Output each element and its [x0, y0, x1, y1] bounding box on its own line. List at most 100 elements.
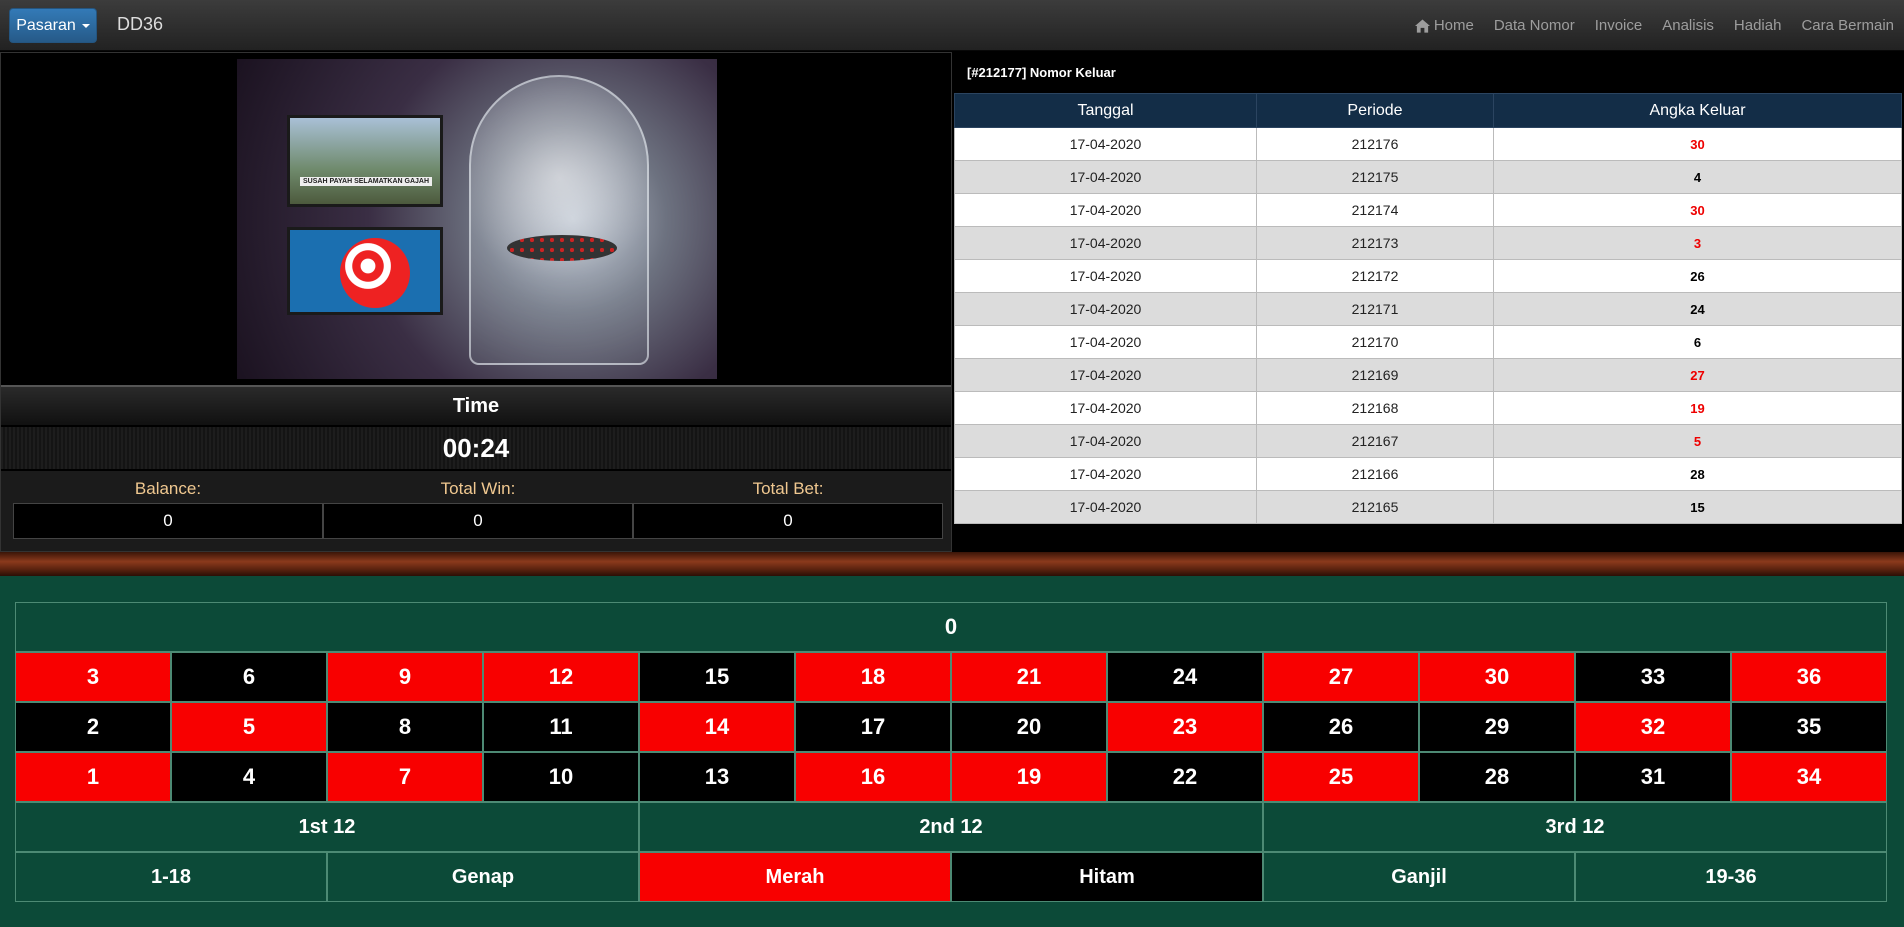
bet-cell-21[interactable]: 21: [951, 652, 1107, 702]
balance-label: Balance:: [134, 479, 202, 498]
table-row: 17-04-2020 212170 6: [954, 325, 1902, 359]
home-icon: [1414, 18, 1430, 33]
cell-tanggal: 17-04-2020: [954, 358, 1257, 392]
bet-cell-8[interactable]: 8: [327, 702, 483, 752]
bet-cell-5[interactable]: 5: [171, 702, 327, 752]
table-rail: [0, 552, 1904, 576]
bet-cell-29[interactable]: 29: [1419, 702, 1575, 752]
cell-periode: 212174: [1256, 193, 1494, 227]
cell-angka-keluar: 19: [1493, 391, 1902, 425]
bet-cell-2[interactable]: 2: [15, 702, 171, 752]
bet-outside-ganjil[interactable]: Ganjil: [1263, 852, 1575, 902]
bet-cell-zero[interactable]: 0: [15, 602, 1887, 652]
bet-cell-20[interactable]: 20: [951, 702, 1107, 752]
bet-cell-15[interactable]: 15: [639, 652, 795, 702]
nav-link-data-nomor[interactable]: Data Nomor: [1484, 17, 1585, 34]
pasaran-label: Pasaran: [16, 16, 76, 34]
bet-cell-32[interactable]: 32: [1575, 702, 1731, 752]
cell-tanggal: 17-04-2020: [954, 325, 1257, 359]
bet-cell-18[interactable]: 18: [795, 652, 951, 702]
cell-tanggal: 17-04-2020: [954, 424, 1257, 458]
nav-link-cara-bermain[interactable]: Cara Bermain: [1791, 17, 1904, 34]
table-row: 17-04-2020 212176 30: [954, 127, 1902, 161]
bet-cell-14[interactable]: 14: [639, 702, 795, 752]
bet-cell-25[interactable]: 25: [1263, 752, 1419, 802]
bet-cell-30[interactable]: 30: [1419, 652, 1575, 702]
cell-tanggal: 17-04-2020: [954, 193, 1257, 227]
cell-periode: 212169: [1256, 358, 1494, 392]
pasaran-dropdown-button[interactable]: Pasaran: [9, 8, 97, 43]
bet-outside-merah[interactable]: Merah: [639, 852, 951, 902]
header-periode: Periode: [1256, 93, 1494, 128]
total-win-value: 0: [323, 503, 633, 539]
bet-cell-1[interactable]: 1: [15, 752, 171, 802]
bet-cell-35[interactable]: 35: [1731, 702, 1887, 752]
table-row: 17-04-2020 212173 3: [954, 226, 1902, 260]
bet-outside-1-18[interactable]: 1-18: [15, 852, 327, 902]
cell-angka-keluar: 5: [1493, 424, 1902, 458]
table-row: 17-04-2020 212166 28: [954, 457, 1902, 491]
nav-link-home[interactable]: Home: [1405, 17, 1484, 34]
cell-angka-keluar: 30: [1493, 193, 1902, 227]
nav-link-analisis[interactable]: Analisis: [1652, 17, 1724, 34]
bet-cell-36[interactable]: 36: [1731, 652, 1887, 702]
bet-outside-19-36[interactable]: 19-36: [1575, 852, 1887, 902]
total-bet-label: Total Bet:: [752, 479, 824, 498]
bet-cell-16[interactable]: 16: [795, 752, 951, 802]
bet-cell-9[interactable]: 9: [327, 652, 483, 702]
bet-cell-34[interactable]: 34: [1731, 752, 1887, 802]
table-row: 17-04-2020 212168 19: [954, 391, 1902, 425]
lottery-machine-graphic: [469, 75, 649, 365]
total-bet-value: 0: [633, 503, 943, 539]
video-ball-graphic: [340, 238, 410, 308]
bet-cell-24[interactable]: 24: [1107, 652, 1263, 702]
cell-tanggal: 17-04-2020: [954, 490, 1257, 524]
bet-cell-33[interactable]: 33: [1575, 652, 1731, 702]
table-row: 17-04-2020 212175 4: [954, 160, 1902, 194]
nav-link-invoice[interactable]: Invoice: [1585, 17, 1653, 34]
game-panel: SUSAH PAYAH SELAMATKAN GAJAH Time 00:24 …: [0, 52, 952, 552]
table-row: 17-04-2020 212169 27: [954, 358, 1902, 392]
brand-title[interactable]: DD36: [117, 14, 163, 35]
cell-periode: 212173: [1256, 226, 1494, 260]
bet-outside-hitam[interactable]: Hitam: [951, 852, 1263, 902]
cell-tanggal: 17-04-2020: [954, 292, 1257, 326]
caret-down-icon: [81, 23, 90, 28]
cell-periode: 212171: [1256, 292, 1494, 326]
bet-cell-3[interactable]: 3: [15, 652, 171, 702]
bet-cell-13[interactable]: 13: [639, 752, 795, 802]
balance-value: 0: [13, 503, 323, 539]
bet-cell-7[interactable]: 7: [327, 752, 483, 802]
nav-link-hadiah[interactable]: Hadiah: [1724, 17, 1792, 34]
cell-angka-keluar: 27: [1493, 358, 1902, 392]
total-win-label: Total Win:: [440, 479, 516, 498]
bet-cell-12[interactable]: 12: [483, 652, 639, 702]
bet-dozen-2[interactable]: 2nd 12: [639, 802, 1263, 852]
bet-cell-11[interactable]: 11: [483, 702, 639, 752]
bet-cell-19[interactable]: 19: [951, 752, 1107, 802]
bet-cell-6[interactable]: 6: [171, 652, 327, 702]
bet-cell-10[interactable]: 10: [483, 752, 639, 802]
cell-periode: 212168: [1256, 391, 1494, 425]
bet-dozen-1[interactable]: 1st 12: [15, 802, 639, 852]
cell-angka-keluar: 30: [1493, 127, 1902, 161]
cell-periode: 212170: [1256, 325, 1494, 359]
lottery-balls-graphic: [507, 235, 617, 261]
bet-cell-23[interactable]: 23: [1107, 702, 1263, 752]
bet-cell-22[interactable]: 22: [1107, 752, 1263, 802]
header-angka-keluar: Angka Keluar: [1493, 93, 1902, 128]
cell-periode: 212175: [1256, 160, 1494, 194]
cell-angka-keluar: 4: [1493, 160, 1902, 194]
cell-tanggal: 17-04-2020: [954, 259, 1257, 293]
cell-periode: 212172: [1256, 259, 1494, 293]
bet-cell-28[interactable]: 28: [1419, 752, 1575, 802]
live-video[interactable]: SUSAH PAYAH SELAMATKAN GAJAH: [237, 59, 717, 379]
bet-cell-17[interactable]: 17: [795, 702, 951, 752]
bet-outside-genap[interactable]: Genap: [327, 852, 639, 902]
countdown-timer: 00:24: [1, 427, 951, 469]
bet-cell-31[interactable]: 31: [1575, 752, 1731, 802]
bet-cell-27[interactable]: 27: [1263, 652, 1419, 702]
bet-cell-26[interactable]: 26: [1263, 702, 1419, 752]
bet-cell-4[interactable]: 4: [171, 752, 327, 802]
bet-dozen-3[interactable]: 3rd 12: [1263, 802, 1887, 852]
